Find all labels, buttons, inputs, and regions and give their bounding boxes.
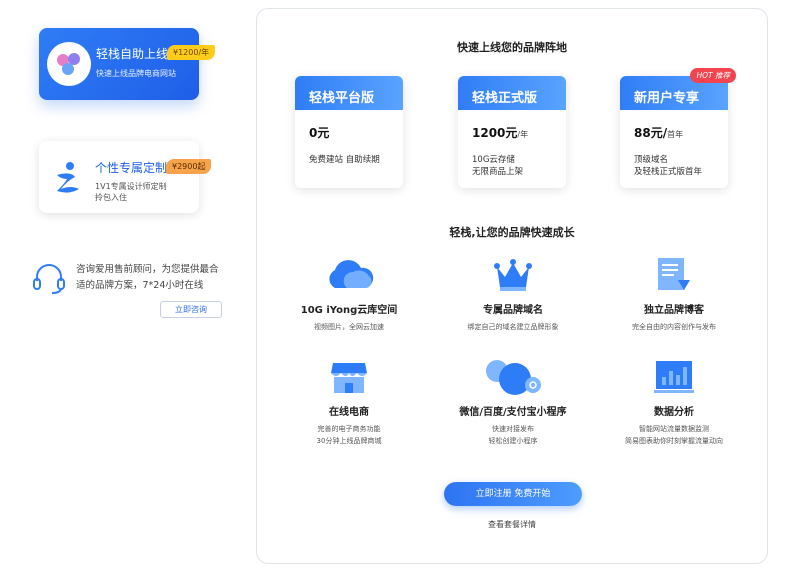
hot-badge: HOT 推荐 — [690, 68, 736, 83]
chart-icon — [654, 361, 694, 393]
custom-design-desc: 1V1专属设计师定制 拎包入住 — [95, 181, 167, 203]
consult-button[interactable]: 立即咨询 — [160, 301, 222, 318]
consult-line2: 适的品牌方案，7*24小时在线 — [76, 280, 204, 291]
feature-name: 独立品牌博客 — [644, 305, 704, 316]
feature-name: 数据分析 — [654, 407, 694, 418]
feature-name: 在线电商 — [329, 407, 369, 418]
plan-card-official[interactable]: 轻栈正式版 1200元/年 10G云存储 无限商品上架 — [458, 76, 566, 188]
shop-icon — [331, 363, 367, 393]
feature-desc: 完善的电子商务功能 30分钟上线品牌商城 — [316, 425, 382, 445]
consult-line1: 咨询爱用售前顾问，为您提供最合 — [76, 264, 219, 275]
feature-desc: 完全自由的内容创作与发布 — [632, 323, 716, 331]
plan-price: 0元 — [309, 126, 330, 140]
view-plan-details-link[interactable]: 查看套餐详情 — [257, 519, 767, 530]
self-service-price-tag: ¥1200/年 — [167, 45, 216, 60]
custom-design-card[interactable]: 个性专属定制 ¥2900起 1V1专属设计师定制 拎包入住 — [39, 141, 212, 213]
custom-design-line2: 拎包入住 — [95, 193, 127, 202]
feature-ecommerce: 在线电商 完善的电子商务功能 30分钟上线品牌商城 — [274, 357, 424, 447]
self-service-subtitle: 快速上线品牌电商网站 — [96, 69, 176, 78]
feature-desc: 快速对接发布 轻松创建小程序 — [488, 425, 538, 445]
custom-design-line1: 1V1专属设计师定制 — [95, 182, 167, 191]
self-service-card[interactable]: 轻栈自助上线 ¥1200/年 快速上线品牌电商网站 — [39, 28, 216, 100]
cloud-icon — [329, 260, 374, 288]
plan-name: 轻栈平台版 — [295, 76, 403, 110]
plan-desc: 免费建站 自助续期 — [309, 155, 380, 165]
feature-domain: 专属品牌域名 绑定自己的域名建立品牌形象 — [438, 255, 588, 333]
section-title-brand: 快速上线您的品牌阵地 — [457, 41, 567, 54]
custom-design-price-tag: ¥2900起 — [166, 159, 212, 174]
plan-desc: 10G云存储 无限商品上架 — [472, 155, 524, 177]
custom-design-title: 个性专属定制 — [95, 161, 168, 175]
plan-name: 轻栈正式版 — [458, 76, 566, 110]
self-service-title: 轻栈自助上线 — [96, 47, 169, 61]
feature-analytics: 数据分析 智能网站流量数据监测 简易图表助你时刻掌握流量动向 — [599, 357, 749, 447]
register-free-button[interactable]: 立即注册 免费开始 — [444, 482, 582, 506]
plan-desc: 顶级域名 及轻栈正式版首年 — [634, 155, 703, 177]
main-panel: 快速上线您的品牌阵地 轻栈平台版 0元 免费建站 自助续期 轻栈正式版 1200… — [256, 8, 768, 564]
headset-icon — [33, 264, 65, 294]
plan-price: 88元/首年 — [634, 126, 684, 140]
consult-text: 咨询爱用售前顾问，为您提供最合 适的品牌方案，7*24小时在线 — [76, 262, 226, 294]
plan-price: 1200元/年 — [472, 126, 529, 140]
blog-document-icon — [658, 258, 690, 290]
logo-icon — [47, 42, 91, 86]
plan-card-platform[interactable]: 轻栈平台版 0元 免费建站 自助续期 — [295, 76, 403, 188]
mini-program-icon — [486, 360, 541, 395]
feature-mini-program: 微信/百度/支付宝小程序 快速对接发布 轻松创建小程序 — [438, 357, 588, 447]
crown-icon — [494, 259, 532, 291]
feature-cloud: 10G iYong云库空间 视频图片，全网云加速 — [274, 255, 424, 333]
feature-name: 专属品牌域名 — [483, 305, 543, 316]
feature-blog: 独立品牌博客 完全自由的内容创作与发布 — [599, 255, 749, 333]
plan-card-new-user[interactable]: 新用户专享 HOT 推荐 88元/首年 顶级域名 及轻栈正式版首年 — [620, 68, 736, 188]
feature-name: 微信/百度/支付宝小程序 — [459, 407, 567, 418]
feature-desc: 视频图片，全网云加速 — [314, 323, 384, 331]
feature-desc: 智能网站流量数据监测 简易图表助你时刻掌握流量动向 — [625, 425, 723, 445]
section-title-growth: 轻栈,让您的品牌快速成长 — [449, 226, 575, 239]
feature-name: 10G iYong云库空间 — [300, 305, 398, 316]
bird-logo-icon — [57, 162, 79, 193]
feature-desc: 绑定自己的域名建立品牌形象 — [467, 323, 559, 331]
